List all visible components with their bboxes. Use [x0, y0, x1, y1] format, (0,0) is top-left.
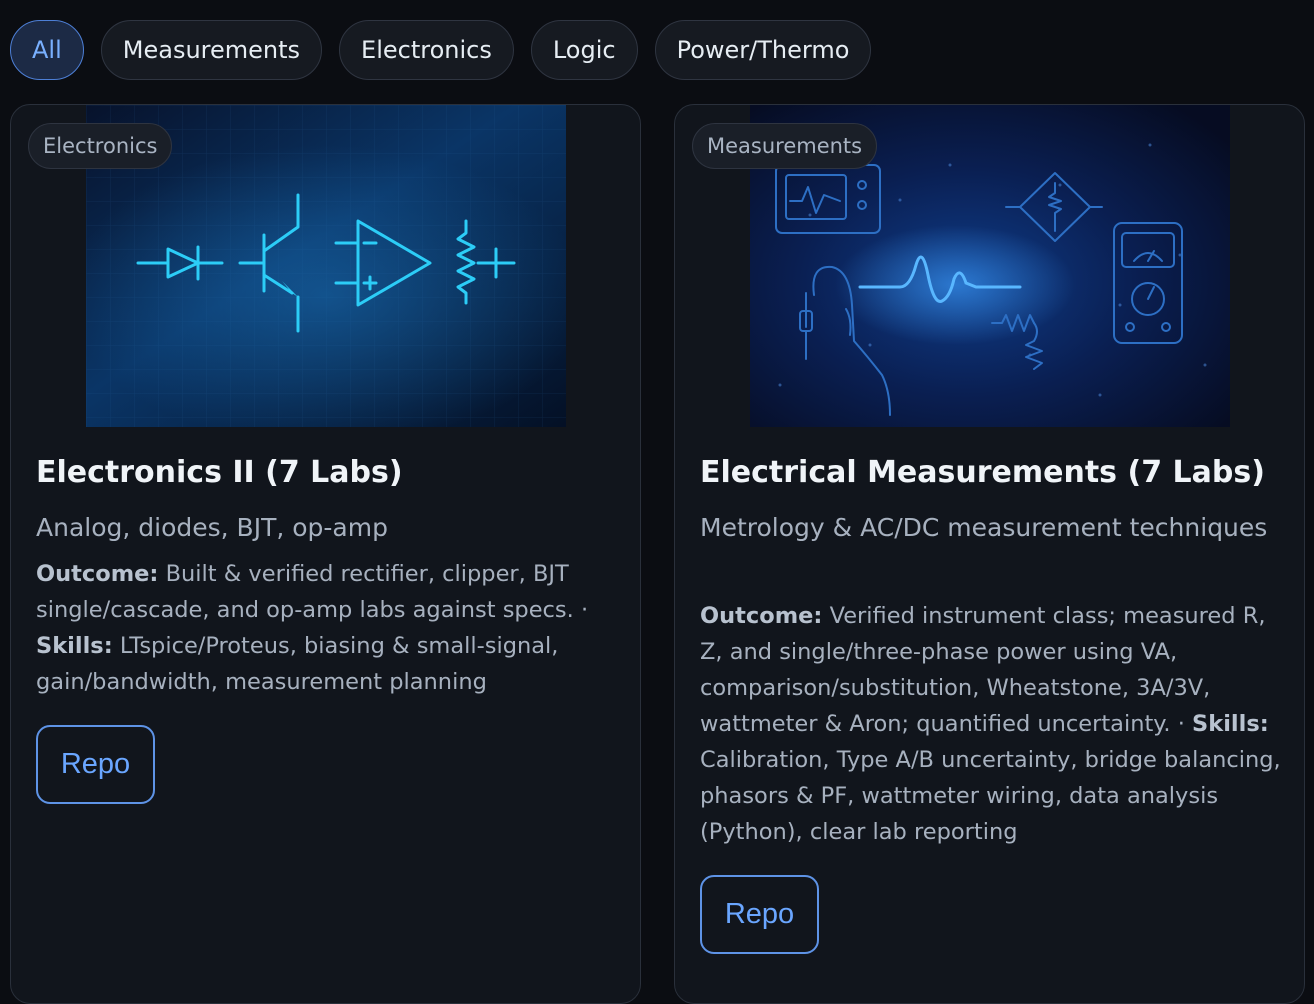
filter-chip-logic[interactable]: Logic [530, 20, 638, 80]
skills-text: LTspice/Proteus, biasing & small-signal,… [36, 633, 559, 695]
card-subtitle: Metrology & AC/DC measurement techniques [700, 513, 1268, 542]
filter-chip-measurements[interactable]: Measurements [100, 20, 323, 80]
card-title: Electrical Measurements (7 Labs) [700, 455, 1265, 490]
repo-button[interactable]: Repo [36, 725, 155, 804]
repo-button[interactable]: Repo [700, 875, 819, 954]
skills-text: Calibration, Type A/B uncertainty, bridg… [700, 747, 1281, 845]
outcome-label: Outcome: [700, 603, 823, 629]
filter-bar: All Measurements Electronics Logic Power… [10, 20, 872, 80]
card-subtitle: Analog, diodes, BJT, op-amp [36, 513, 388, 542]
skills-label: Skills: [36, 633, 113, 659]
skills-label: Skills: [1192, 711, 1269, 737]
project-card-electronics-ii: Electronics Electronics II (7 Labs) Anal… [10, 104, 641, 1004]
filter-chip-all[interactable]: All [10, 20, 84, 80]
category-tag: Measurements [692, 123, 878, 169]
card-details: Outcome: Built & verified rectifier, cli… [36, 556, 626, 700]
category-tag: Electronics [28, 123, 173, 169]
card-title: Electronics II (7 Labs) [36, 455, 403, 490]
filter-chip-electronics[interactable]: Electronics [339, 20, 514, 80]
card-details: Outcome: Verified instrument class; meas… [700, 598, 1290, 850]
outcome-label: Outcome: [36, 561, 159, 587]
filter-chip-power-thermo[interactable]: Power/Thermo [654, 20, 872, 80]
project-card-electrical-measurements: Measurements Electrical Measurements (7 … [674, 104, 1305, 1004]
